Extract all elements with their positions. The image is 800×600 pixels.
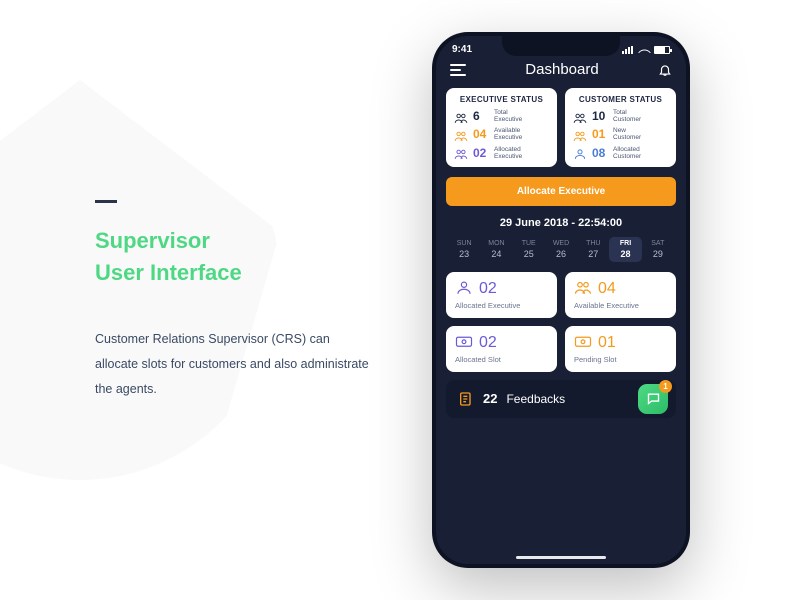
stat-row: 6 TotalExecutive [454, 109, 549, 123]
title-line-2: User Interface [95, 260, 242, 285]
card-title: CUSTOMER STATUS [573, 95, 668, 104]
stat-label: AvailableExecutive [494, 127, 522, 141]
stat-value: 6 [473, 109, 489, 123]
stat-label: AllocatedCustomer [613, 146, 641, 160]
calendar-dow: SUN [457, 240, 472, 247]
stat-value: 02 [473, 146, 489, 160]
stat-label: NewCustomer [613, 127, 641, 141]
calendar-num: 24 [480, 249, 512, 259]
phone-notch [502, 36, 620, 56]
calendar-strip: SUN 23 MON 24 TUE 25 WED 26 THU 27 FRI 2… [446, 237, 676, 272]
slot-icon [574, 335, 592, 351]
stat-label: TotalCustomer [613, 109, 641, 123]
status-icons [622, 46, 670, 54]
tile-value: 04 [598, 280, 616, 298]
allocate-executive-button[interactable]: Allocate Executive [446, 177, 676, 206]
person-icon [573, 147, 587, 159]
stat-value: 04 [473, 127, 489, 141]
stat-row: 04 AvailableExecutive [454, 127, 549, 141]
calendar-day[interactable]: TUE 25 [513, 237, 545, 262]
phone-frame: 9:41 Dashboard EXECUTIVE STATUS 6 TotalE… [432, 32, 690, 568]
calendar-num: 29 [642, 249, 674, 259]
calendar-dow: SAT [651, 240, 664, 247]
stat-list: 6 TotalExecutive 04 AvailableExecutive 0… [454, 109, 549, 160]
calendar-day[interactable]: SAT 29 [642, 237, 674, 262]
stat-label: AllocatedExecutive [494, 146, 522, 160]
group-icon [573, 128, 587, 140]
person-icon [455, 281, 473, 297]
stat-label: TotalExecutive [494, 109, 522, 123]
stat-row: 02 AllocatedExecutive [454, 146, 549, 160]
calendar-num: 26 [545, 249, 577, 259]
calendar-day[interactable]: MON 24 [480, 237, 512, 262]
card-title: EXECUTIVE STATUS [454, 95, 549, 104]
screen-title: Dashboard [525, 61, 598, 78]
chat-icon [646, 391, 661, 406]
people-icon [574, 281, 592, 297]
calendar-day[interactable]: FRI 28 [609, 237, 641, 262]
stat-row: 01 NewCustomer [573, 127, 668, 141]
home-indicator[interactable] [516, 556, 606, 559]
calendar-dow: MON [488, 240, 504, 247]
tile-available-executive[interactable]: 04 Available Executive [565, 272, 676, 318]
stat-value: 08 [592, 146, 608, 160]
feedback-bar[interactable]: 22 Feedbacks 1 [446, 380, 676, 418]
calendar-num: 27 [577, 249, 609, 259]
calendar-num: 28 [609, 249, 641, 259]
tile-allocated-executive[interactable]: 02 Allocated Executive [446, 272, 557, 318]
group-icon [573, 110, 587, 122]
page-description: Customer Relations Supervisor (CRS) can … [95, 327, 375, 402]
feedback-label: Feedbacks [506, 392, 565, 406]
battery-icon [654, 46, 670, 54]
stat-list: 10 TotalCustomer 01 NewCustomer 08 Alloc… [573, 109, 668, 160]
tile-label: Available Executive [574, 301, 667, 310]
stat-value: 01 [592, 127, 608, 141]
page-title: Supervisor User Interface [95, 225, 375, 289]
people-icon [454, 128, 468, 140]
stat-row: 10 TotalCustomer [573, 109, 668, 123]
calendar-dow: TUE [522, 240, 536, 247]
calendar-dow: WED [553, 240, 569, 247]
tile-value: 01 [598, 334, 616, 352]
tile-label: Allocated Executive [455, 301, 548, 310]
tile-value: 02 [479, 280, 497, 298]
calendar-num: 25 [513, 249, 545, 259]
tile-pending-slot[interactable]: 01 Pending Slot [565, 326, 676, 372]
tile-value: 02 [479, 334, 497, 352]
customer-status-card: CUSTOMER STATUS 10 TotalCustomer 01 NewC… [565, 88, 676, 167]
calendar-dow: FRI [620, 240, 631, 247]
slot-icon [455, 335, 473, 351]
calendar-day[interactable]: WED 26 [545, 237, 577, 262]
calendar-dow: THU [586, 240, 600, 247]
left-panel: Supervisor User Interface Customer Relat… [95, 200, 375, 402]
phone-screen: 9:41 Dashboard EXECUTIVE STATUS 6 TotalE… [436, 36, 686, 564]
stat-row: 08 AllocatedCustomer [573, 146, 668, 160]
stat-value: 10 [592, 109, 608, 123]
chat-badge: 1 [659, 380, 672, 393]
status-time: 9:41 [452, 44, 472, 55]
menu-icon[interactable] [450, 64, 466, 76]
app-topbar: Dashboard [436, 57, 686, 88]
tile-label: Allocated Slot [455, 355, 548, 364]
title-line-1: Supervisor [95, 228, 210, 253]
feedback-count: 22 [483, 391, 497, 406]
signal-icon [622, 46, 634, 54]
datetime-label: 29 June 2018 - 22:54:00 [446, 206, 676, 237]
people-icon [454, 147, 468, 159]
feedback-icon [458, 391, 474, 407]
tile-label: Pending Slot [574, 355, 667, 364]
accent-divider [95, 200, 117, 203]
calendar-num: 23 [448, 249, 480, 259]
tile-allocated-slot[interactable]: 02 Allocated Slot [446, 326, 557, 372]
bell-icon[interactable] [658, 63, 672, 77]
wifi-icon [638, 46, 650, 54]
calendar-day[interactable]: SUN 23 [448, 237, 480, 262]
people-icon [454, 110, 468, 122]
executive-status-card: EXECUTIVE STATUS 6 TotalExecutive 04 Ava… [446, 88, 557, 167]
calendar-day[interactable]: THU 27 [577, 237, 609, 262]
chat-button[interactable]: 1 [638, 384, 668, 414]
